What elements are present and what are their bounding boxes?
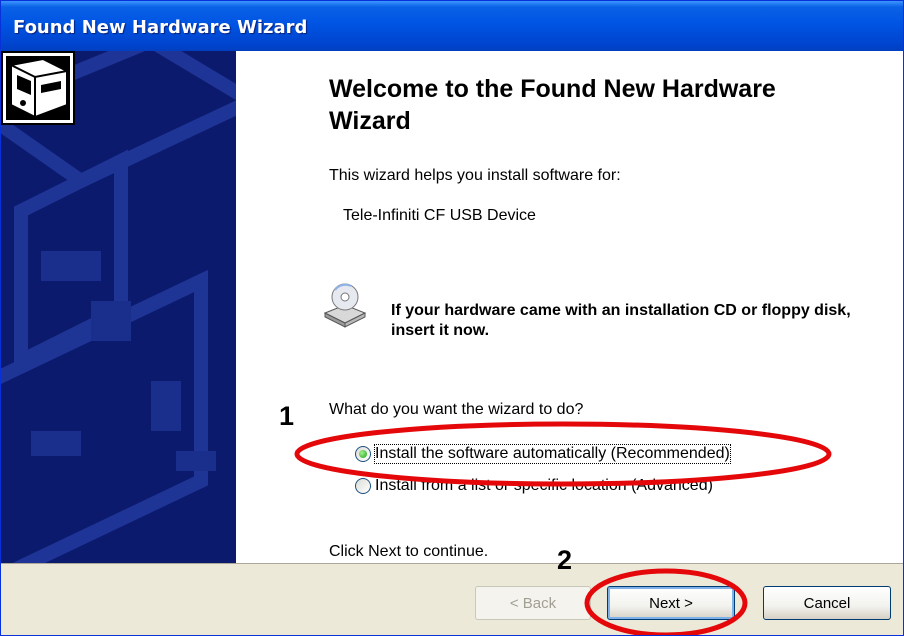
banner-artwork: [1, 51, 236, 563]
wizard-content: Welcome to the Found New Hardware Wizard…: [237, 51, 903, 563]
hardware-icon: [1, 51, 75, 125]
option-label-advanced[interactable]: Install from a list or specific location…: [375, 477, 713, 495]
radio-install-from-list[interactable]: [355, 478, 371, 494]
wizard-window: Found New Hardware Wizard Welcome to the…: [0, 0, 904, 636]
device-name: Tele-Infiniti CF USB Device: [343, 207, 536, 224]
wizard-side-banner: [1, 51, 236, 563]
option-install-automatically[interactable]: Install the software automatically (Reco…: [355, 444, 731, 464]
button-bar: < Back Next > Cancel: [1, 563, 903, 635]
back-button[interactable]: < Back: [475, 586, 591, 620]
cancel-button[interactable]: Cancel: [763, 586, 891, 620]
continue-hint: Click Next to continue.: [329, 543, 489, 560]
radio-install-automatically[interactable]: [355, 446, 371, 462]
title-bar[interactable]: Found New Hardware Wizard: [1, 1, 903, 51]
annotation-step-2: 2: [557, 545, 573, 575]
insert-cd-prompt: If your hardware came with an installati…: [391, 302, 851, 339]
page-title: Welcome to the Found New Hardware Wizard: [329, 75, 776, 135]
option-install-from-list[interactable]: Install from a list or specific location…: [355, 477, 713, 495]
annotation-step-1: 1: [279, 401, 295, 431]
window-title: Found New Hardware Wizard: [13, 17, 308, 38]
option-label-automatic[interactable]: Install the software automatically (Reco…: [374, 444, 731, 464]
next-button[interactable]: Next >: [607, 586, 735, 620]
intro-text: This wizard helps you install software f…: [329, 167, 621, 184]
cd-drive-icon: [323, 283, 367, 328]
wizard-question: What do you want the wizard to do?: [329, 401, 584, 418]
